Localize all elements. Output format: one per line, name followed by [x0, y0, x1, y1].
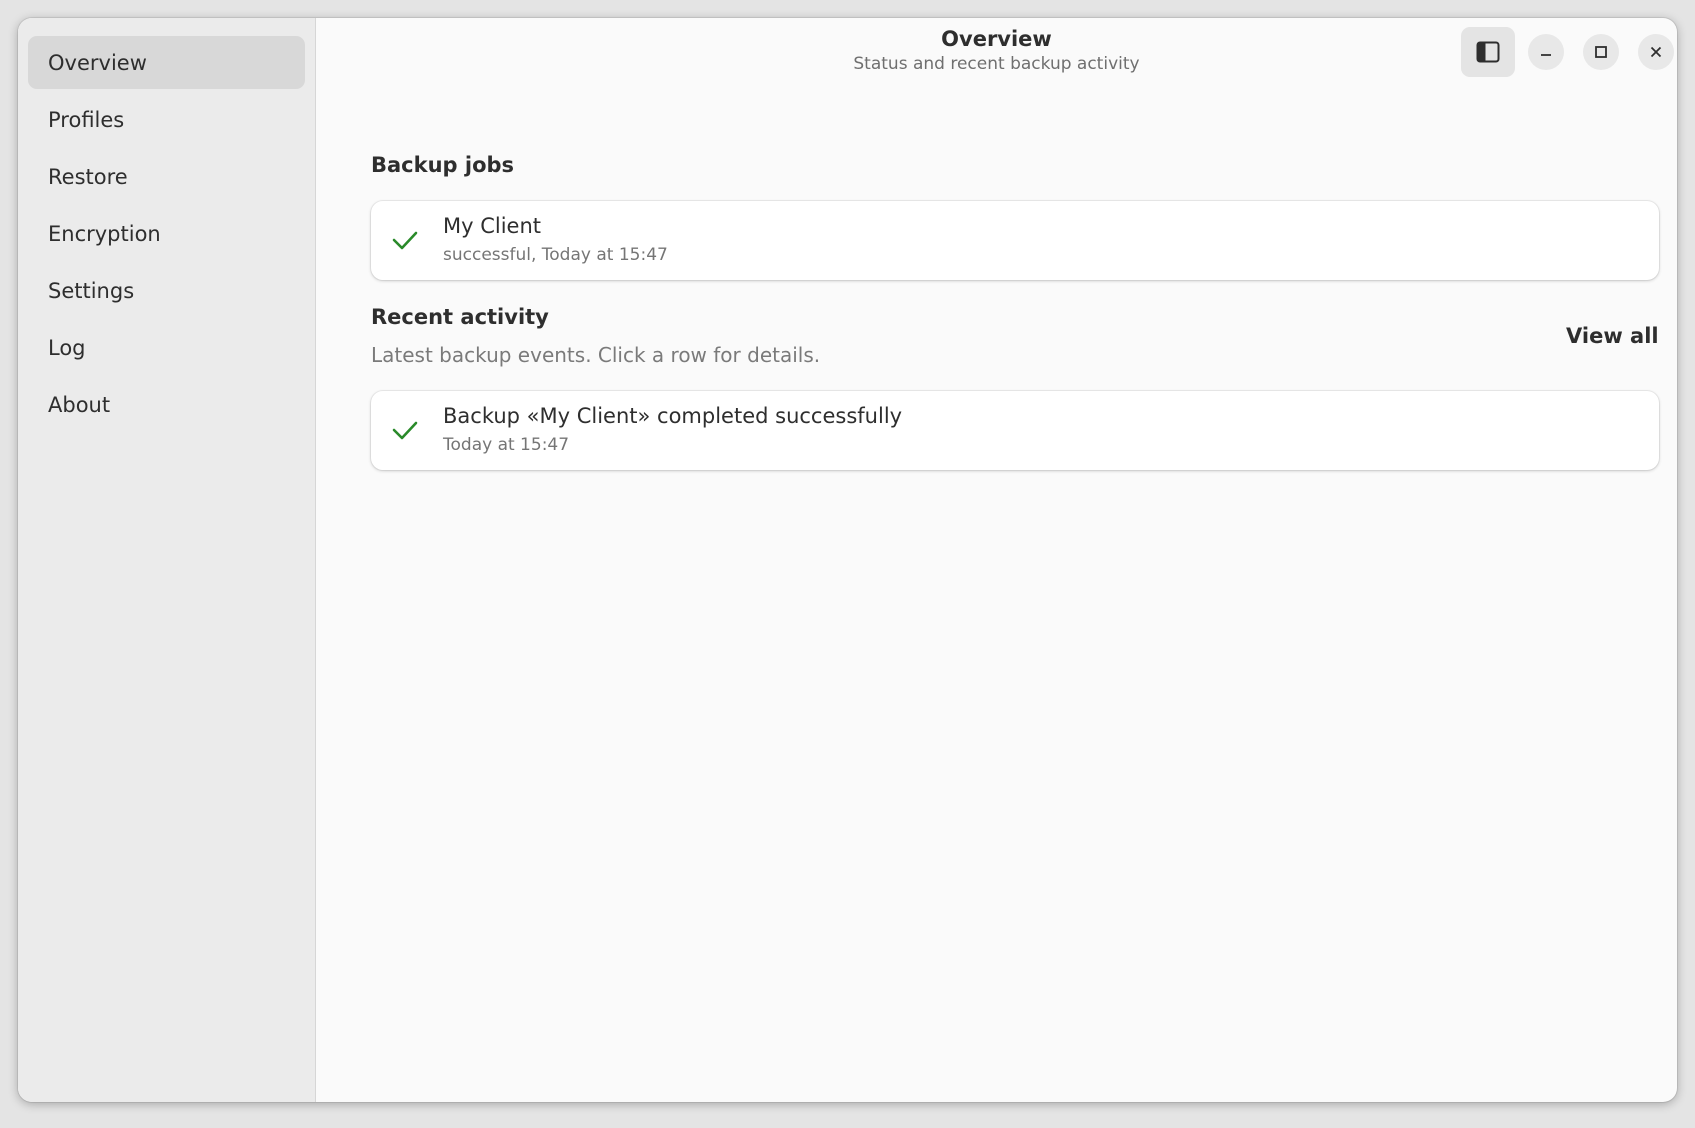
sidebar-item-overview[interactable]: Overview [28, 36, 305, 89]
maximize-icon [1595, 46, 1607, 58]
sidebar: Overview Profiles Restore Encryption Set… [18, 18, 316, 1102]
sidebar-item-profiles[interactable]: Profiles [28, 93, 305, 146]
sidebar-item-label: About [48, 392, 111, 417]
minimize-button[interactable] [1528, 34, 1564, 70]
backup-jobs-heading: Backup jobs [371, 153, 515, 177]
main-content: Overview Status and recent backup activi… [316, 18, 1677, 1102]
sidebar-item-encryption[interactable]: Encryption [28, 207, 305, 260]
sidebar-item-restore[interactable]: Restore [28, 150, 305, 203]
activity-time: Today at 15:47 [443, 435, 570, 455]
sidebar-item-log[interactable]: Log [28, 321, 305, 374]
sidebar-item-label: Settings [48, 278, 135, 303]
recent-activity-description: Latest backup events. Click a row for de… [371, 343, 821, 367]
backup-job-status: successful, Today at 15:47 [443, 245, 668, 265]
app-window: Overview Profiles Restore Encryption Set… [18, 18, 1677, 1102]
close-button[interactable] [1638, 34, 1674, 70]
maximize-button[interactable] [1583, 34, 1619, 70]
sidebar-item-label: Overview [48, 50, 147, 75]
sidebar-item-about[interactable]: About [28, 378, 305, 431]
header-bar: Overview Status and recent backup activi… [316, 18, 1677, 98]
backup-job-name: My Client [443, 214, 542, 238]
sidebar-item-settings[interactable]: Settings [28, 264, 305, 317]
sidebar-item-label: Profiles [48, 107, 125, 132]
checkmark-icon [392, 421, 418, 440]
minimize-icon [1541, 54, 1551, 56]
activity-title: Backup «My Client» completed successfull… [443, 404, 903, 428]
sidebar-toggle-icon [1476, 41, 1500, 63]
checkmark-icon [392, 231, 418, 250]
close-icon [1650, 46, 1662, 58]
sidebar-item-label: Restore [48, 164, 128, 189]
view-all-button[interactable]: View all [1556, 318, 1669, 354]
activity-row[interactable]: Backup «My Client» completed successfull… [371, 391, 1659, 470]
sidebar-item-label: Encryption [48, 221, 161, 246]
recent-activity-heading: Recent activity [371, 305, 549, 329]
sidebar-toggle-button[interactable] [1461, 27, 1515, 77]
sidebar-nav: Overview Profiles Restore Encryption Set… [18, 18, 315, 431]
sidebar-item-label: Log [48, 335, 86, 360]
backup-job-row[interactable]: My Client successful, Today at 15:47 [371, 201, 1659, 280]
